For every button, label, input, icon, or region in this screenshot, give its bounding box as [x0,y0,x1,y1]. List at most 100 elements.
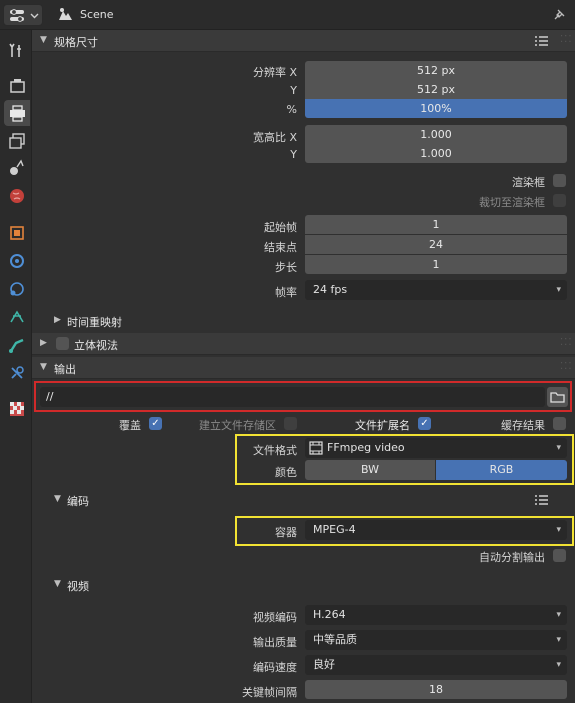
keyframe-interval-field[interactable]: 18 [305,680,567,699]
chevron-down-icon: ▾ [556,635,561,645]
fps-value: 24 fps [313,283,348,296]
drag-handle-icon[interactable]: ⁚⁚⁚ [560,361,573,372]
placeholders-label: 建立文件存储区 [199,419,276,432]
file-format-label: 文件格式 [253,444,297,457]
crop-region-checkbox[interactable] [553,194,566,207]
editor-type-button[interactable] [3,4,43,26]
particles-icon [10,282,24,296]
file-extensions-checkbox[interactable]: ✓ [418,417,431,430]
pin-icon[interactable] [551,7,567,23]
output-quality-dropdown[interactable]: 中等品质 ▾ [305,630,567,650]
tab-physics[interactable] [4,304,30,330]
time-remap-title: 时间重映射 [67,316,122,329]
tab-world[interactable] [4,183,30,209]
container-value: MPEG-4 [313,523,356,536]
tab-view-layer[interactable] [4,128,30,154]
file-extensions-label: 文件扩展名 [355,419,410,432]
expand-arrow-icon: ▼ [40,35,47,45]
subpanel-video-header[interactable]: ▼ 视频 [32,574,575,596]
resolution-y-field[interactable]: 512 px [305,80,567,99]
output-path-input[interactable]: // [40,387,545,407]
texture-checker-icon [10,402,24,416]
color-rgb-button[interactable]: RGB [436,460,567,480]
resolution-x-field[interactable]: 512 px [305,61,567,80]
chevron-down-icon: ▾ [556,443,561,453]
panel-title: 规格尺寸 [54,36,98,49]
keyframe-interval-label: 关键帧间隔 [242,686,297,699]
subpanel-time-remap[interactable]: ▶ 时间重映射 [32,310,575,332]
tab-tool[interactable] [4,38,30,64]
subpanel-encoding-header[interactable]: ▼ 编码 [32,489,575,511]
cache-result-label: 缓存结果 [501,419,545,432]
frame-start-field[interactable]: 1 [305,215,567,234]
crop-region-label: 裁切至渲染框 [479,196,545,209]
fps-label: 帧率 [275,286,297,299]
film-icon [309,441,323,455]
preset-list-icon[interactable] [534,35,548,47]
preset-list-icon[interactable] [534,494,548,506]
resolution-percent-slider[interactable]: 100% [305,99,567,118]
resolution-y-label: Y [290,84,297,97]
panel-stereoscopy-header[interactable]: ▶ 立体视法 ⁚⁚⁚ [32,333,575,355]
autosplit-checkbox[interactable] [553,549,566,562]
expand-arrow-icon: ▼ [54,494,61,504]
aspect-y-field[interactable]: 1.000 [305,144,567,163]
modifier-wrench-icon [10,254,24,268]
panel-title: 视频 [67,580,89,593]
scene-icon [59,8,72,20]
object-icon [10,226,24,240]
video-codec-dropdown[interactable]: H.264 ▾ [305,605,567,625]
encoding-speed-dropdown[interactable]: 良好 ▾ [305,655,567,675]
panel-title: 编码 [67,495,89,508]
tab-object[interactable] [4,220,30,246]
drag-handle-icon[interactable]: ⁚⁚⁚ [560,337,573,348]
autosplit-label: 自动分割输出 [479,551,545,564]
drag-handle-icon[interactable]: ⁚⁚⁚ [560,34,573,45]
tab-constraints[interactable] [4,360,30,386]
browse-folder-button[interactable] [547,387,568,407]
resolution-percent-label: % [286,103,297,116]
stereoscopy-checkbox[interactable] [56,337,69,350]
frame-start-label: 起始帧 [264,221,297,234]
container-label: 容器 [275,526,297,539]
panel-dimensions-header[interactable]: ▼ 规格尺寸 ⁚⁚⁚ [32,30,575,52]
tab-object-data[interactable] [4,332,30,358]
scene-name: Scene [80,8,114,21]
encoding-speed-label: 编码速度 [253,661,297,674]
panel-title: 输出 [54,363,76,376]
container-dropdown[interactable]: MPEG-4 ▾ [305,520,567,540]
video-codec-value: H.264 [313,608,346,621]
tab-scene[interactable] [4,155,30,181]
properties-tabs [0,30,32,703]
aspect-x-field[interactable]: 1.000 [305,125,567,144]
frame-step-label: 步长 [275,261,297,274]
overwrite-checkbox[interactable]: ✓ [149,417,162,430]
chevron-down-icon: ▾ [556,285,561,295]
tab-particles[interactable] [4,276,30,302]
fps-dropdown[interactable]: 24 fps ▾ [305,280,567,300]
constraints-icon [11,366,24,379]
properties-header: Scene [0,0,575,30]
frame-end-field[interactable]: 24 [305,235,567,254]
tab-output[interactable] [4,100,30,126]
output-printer-icon [10,105,25,122]
frame-step-field[interactable]: 1 [305,255,567,274]
frame-end-label: 结束点 [264,241,297,254]
aspect-x-label: 宽高比 X [252,131,297,144]
output-quality-label: 输出质量 [253,636,297,649]
output-quality-value: 中等品质 [313,633,357,646]
file-format-dropdown[interactable]: FFmpeg video ▾ [305,438,567,458]
collapsed-arrow-icon: ▶ [40,338,47,348]
panel-output-header[interactable]: ▼ 输出 ⁚⁚⁚ [32,357,575,379]
placeholders-checkbox[interactable] [284,417,297,430]
cache-result-checkbox[interactable] [553,417,566,430]
tab-modifiers[interactable] [4,248,30,274]
chevron-down-icon: ▾ [556,610,561,620]
tab-texture[interactable] [4,396,30,422]
color-bw-button[interactable]: BW [305,460,435,480]
render-region-checkbox[interactable] [553,174,566,187]
tab-render[interactable] [4,73,30,99]
folder-icon [550,392,565,403]
aspect-y-label: Y [290,148,297,161]
file-format-value: FFmpeg video [327,441,405,454]
